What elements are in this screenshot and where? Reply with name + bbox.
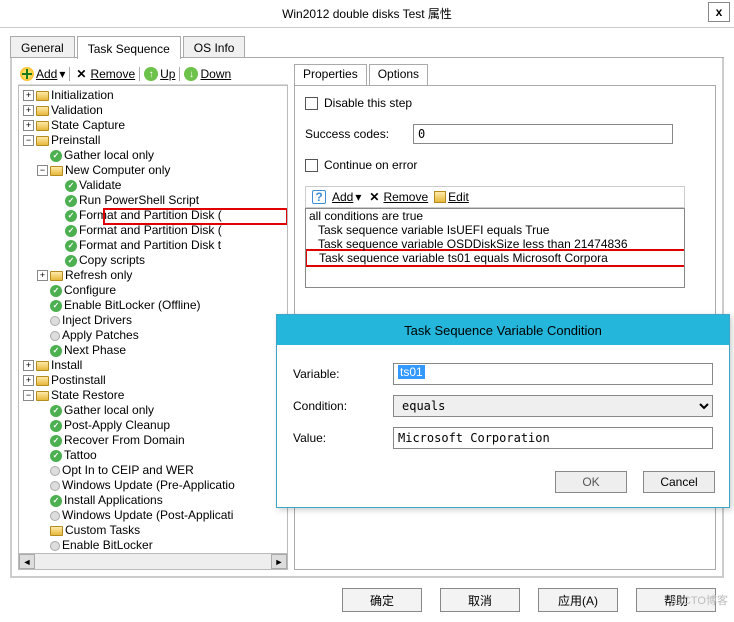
disable-step-label: Disable this step (324, 96, 412, 110)
tree-node[interactable]: Initialization (51, 88, 114, 103)
dialog-title: Task Sequence Variable Condition (277, 315, 729, 345)
condition-list[interactable]: all conditions are true Task sequence va… (305, 208, 685, 288)
tree-node[interactable]: Format and Partition Disk ( (79, 208, 222, 223)
ok-button[interactable]: 确定 (342, 588, 422, 612)
expand-icon[interactable]: + (23, 90, 34, 101)
condition-select[interactable]: equals (393, 395, 713, 417)
variable-input[interactable]: ts01 (393, 363, 713, 385)
step-icon (50, 316, 60, 326)
main-tabs: General Task Sequence OS Info (10, 36, 724, 58)
dialog-cancel-button[interactable]: Cancel (643, 471, 715, 493)
apply-button[interactable]: 应用(A) (538, 588, 618, 612)
tree-node[interactable]: Windows Update (Post-Applicati (62, 508, 233, 523)
add-icon (20, 67, 34, 81)
tree-node-selected[interactable]: Format and Partition Disk ( (79, 223, 222, 238)
tab-properties[interactable]: Properties (294, 64, 367, 85)
help-icon[interactable]: ? (312, 190, 326, 204)
tree-node[interactable]: Run PowerShell Script (79, 193, 199, 208)
title-bar: Win2012 double disks Test 属性 x (0, 0, 734, 28)
tree-node[interactable]: Recover From Domain (64, 433, 185, 448)
cond-edit-button[interactable]: Edit (434, 190, 469, 204)
condition-item[interactable]: Task sequence variable IsUEFI equals Tru… (306, 223, 684, 237)
tree-node[interactable]: Validation (51, 103, 103, 118)
cond-add-button[interactable]: Add ▾ (332, 190, 361, 204)
tree-node[interactable]: Custom Tasks (65, 523, 140, 538)
tree-node[interactable]: State Restore (51, 388, 124, 403)
value-label: Value: (293, 431, 393, 445)
tree-node[interactable]: Validate (79, 178, 121, 193)
success-codes-input[interactable] (413, 124, 673, 144)
tree-node[interactable]: Postinstall (51, 373, 106, 388)
continue-on-error-label: Continue on error (324, 158, 417, 172)
up-button[interactable]: ↑ Up (144, 67, 175, 81)
remove-icon: ✕ (369, 190, 379, 204)
tree-node[interactable]: Inject Drivers (62, 313, 132, 328)
task-tree[interactable]: +Initialization +Validation +State Captu… (18, 85, 288, 554)
tree-node[interactable]: Configure (64, 283, 116, 298)
dialog-footer: 确定 取消 应用(A) 帮助 (342, 588, 716, 612)
success-codes-label: Success codes: (305, 127, 413, 141)
remove-icon: ✕ (76, 67, 86, 81)
tree-node[interactable]: Opt In to CEIP and WER (62, 463, 194, 478)
tree-node[interactable]: Enable BitLocker (Offline) (64, 298, 201, 313)
tree-node[interactable]: Copy scripts (79, 253, 145, 268)
tab-options[interactable]: Options (369, 64, 428, 85)
cancel-button[interactable]: 取消 (440, 588, 520, 612)
tree-node[interactable]: Apply Patches (62, 328, 139, 343)
close-icon: x (716, 5, 723, 19)
down-icon: ↓ (184, 67, 198, 81)
folder-icon (36, 91, 49, 101)
dialog-ok-button[interactable]: OK (555, 471, 627, 493)
tree-node[interactable]: Post-Apply Cleanup (64, 418, 170, 433)
tree-node[interactable]: New Computer only (65, 163, 170, 178)
tree-node[interactable]: Tattoo (64, 448, 97, 463)
tree-node[interactable]: Windows Update (Pre-Applicatio (62, 478, 235, 493)
condition-item-highlighted[interactable]: Task sequence variable ts01 equals Micro… (305, 249, 685, 267)
condition-item[interactable]: all conditions are true (306, 209, 684, 223)
close-button[interactable]: x (708, 2, 730, 22)
value-input[interactable] (393, 427, 713, 449)
remove-button[interactable]: ✕ Remove (74, 67, 135, 81)
help-button[interactable]: 帮助 (636, 588, 716, 612)
tab-general[interactable]: General (10, 36, 75, 57)
condition-item[interactable]: Task sequence variable OSDDiskSize less … (306, 237, 684, 251)
tree-node[interactable]: Gather local only (64, 148, 154, 163)
tab-task-sequence[interactable]: Task Sequence (77, 36, 181, 59)
edit-icon (434, 191, 446, 203)
tree-node[interactable]: State Capture (51, 118, 125, 133)
check-icon: ✓ (50, 150, 62, 162)
continue-on-error-checkbox[interactable] (305, 159, 318, 172)
add-button[interactable]: Add ▾ (20, 67, 65, 81)
tree-node[interactable]: Install Applications (64, 493, 163, 508)
down-button[interactable]: ↓ Down (184, 67, 231, 81)
tree-node[interactable]: Enable BitLocker (62, 538, 153, 553)
up-icon: ↑ (144, 67, 158, 81)
right-tabs: Properties Options (294, 64, 716, 85)
task-toolbar: Add ▾ ✕ Remove ↑ Up ↓ Down (18, 64, 288, 85)
disable-step-checkbox[interactable] (305, 97, 318, 110)
horizontal-scrollbar[interactable]: ◄► (18, 554, 288, 570)
tree-node[interactable]: Next Phase (64, 343, 126, 358)
tree-node[interactable]: Format and Partition Disk t (79, 238, 221, 253)
cond-remove-button[interactable]: ✕ Remove (367, 190, 428, 204)
tree-node[interactable]: Preinstall (51, 133, 100, 148)
condition-toolbar: ? Add ▾ ✕ Remove Edit (305, 186, 685, 208)
variable-condition-dialog: Task Sequence Variable Condition Variabl… (276, 314, 730, 508)
tree-node[interactable]: Refresh only (65, 268, 132, 283)
tab-os-info[interactable]: OS Info (183, 36, 246, 57)
tree-node[interactable]: Gather local only (64, 403, 154, 418)
tree-node[interactable]: Install (51, 358, 82, 373)
condition-label: Condition: (293, 399, 393, 413)
window-title: Win2012 double disks Test 属性 (282, 5, 452, 22)
variable-label: Variable: (293, 367, 393, 381)
